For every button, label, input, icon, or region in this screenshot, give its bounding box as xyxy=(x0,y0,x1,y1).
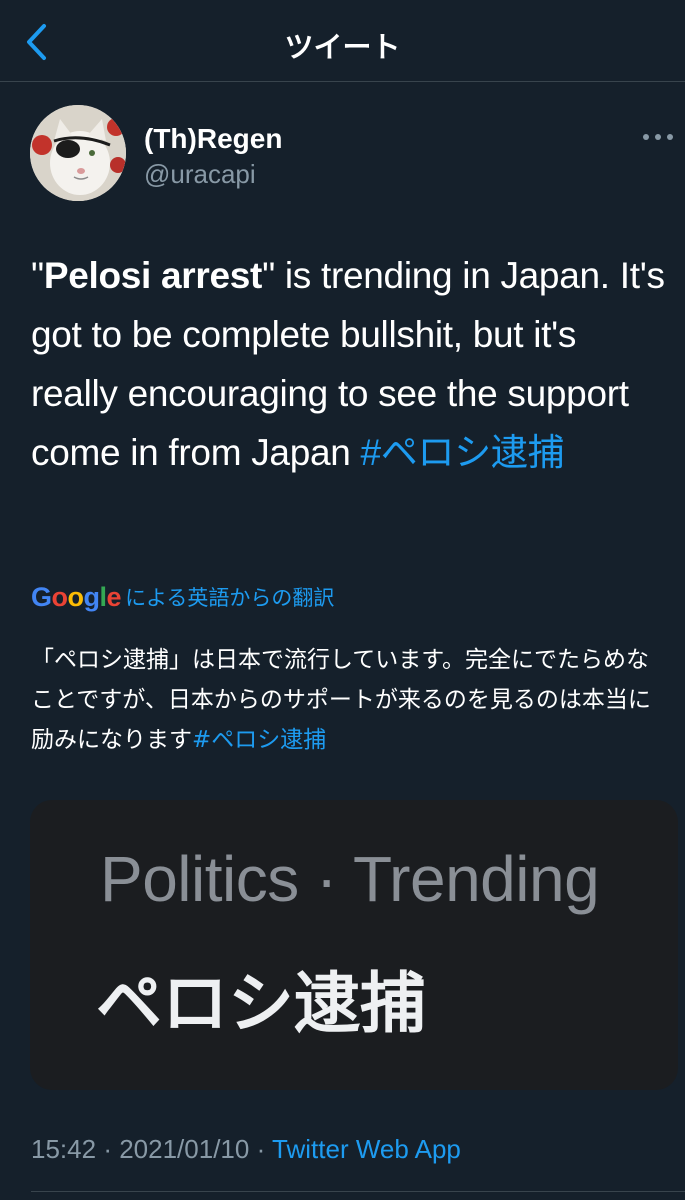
tweet-text-bold: Pelosi arrest xyxy=(43,255,263,296)
meta-separator-2: · xyxy=(256,1134,266,1164)
user-handle[interactable]: @uracapi xyxy=(144,159,256,190)
display-name[interactable]: (Th)Regen xyxy=(144,123,282,155)
translation-label: による英語からの翻訳 xyxy=(125,586,335,610)
divider xyxy=(31,1191,685,1192)
translated-hashtag-link[interactable]: #ペロシ逮捕 xyxy=(192,727,326,753)
translated-body: 「ペロシ逮捕」は日本で流行しています。完全にでたらめなことですが、日本からのサポ… xyxy=(31,647,651,753)
attached-image[interactable]: Politics · Trending ペロシ逮捕 xyxy=(30,800,678,1090)
image-text-trend: ペロシ逮捕 xyxy=(96,965,426,1042)
translation-attribution[interactable]: Google による英語からの翻訳 xyxy=(31,577,334,617)
more-horizontal-icon xyxy=(643,134,673,140)
cat-avatar-image xyxy=(30,105,126,201)
more-options-button[interactable] xyxy=(640,119,676,155)
meta-separator: · xyxy=(103,1134,112,1164)
tweet-text: "Pelosi arrest" is trending in Japan. It… xyxy=(31,246,671,482)
tweet-time: 15:42 xyxy=(31,1134,97,1164)
hashtag-link[interactable]: #ペロシ逮捕 xyxy=(361,432,565,473)
image-text-category: Politics · Trending xyxy=(100,843,600,915)
translated-text: 「ペロシ逮捕」は日本で流行しています。完全にでたらめなことですが、日本からのサポ… xyxy=(31,640,671,760)
top-bar: ツイート xyxy=(0,0,685,82)
tweet-metadata: 15:42 · 2021/01/10 · Twitter Web App xyxy=(31,1134,461,1165)
tweet-date: 2021/01/10 xyxy=(119,1134,250,1164)
avatar[interactable] xyxy=(30,105,126,201)
google-logo: Google xyxy=(31,581,122,612)
tweet-text-quote: " xyxy=(31,255,44,296)
page-title: ツイート xyxy=(284,30,401,64)
tweet-source-link[interactable]: Twitter Web App xyxy=(272,1134,461,1164)
